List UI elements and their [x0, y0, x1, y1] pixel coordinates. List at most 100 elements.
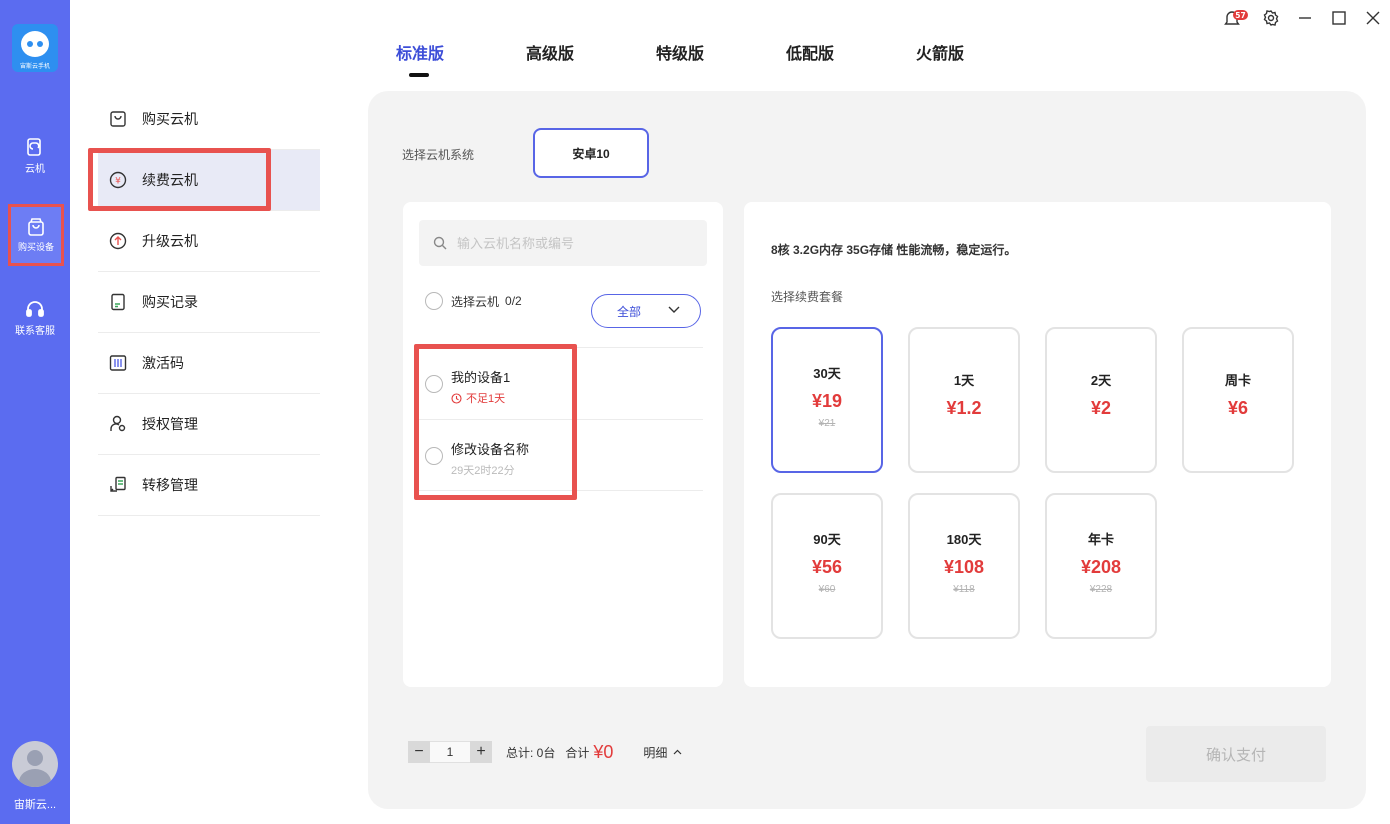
notification-button[interactable]: 57: [1220, 0, 1254, 36]
maximize-button[interactable]: [1322, 0, 1356, 36]
bag-icon: [108, 109, 128, 129]
package-name: 周卡: [1224, 373, 1251, 388]
menu-label: 转移管理: [142, 477, 198, 493]
search-box[interactable]: [419, 220, 707, 266]
left-rail: 宙斯云手机 云机 购买设备 联系客服 宙斯云...: [0, 0, 70, 824]
shopping-bag-icon: [28, 218, 44, 236]
package-name: 年卡: [1087, 532, 1114, 547]
tab-premium[interactable]: 特级版: [656, 40, 786, 64]
rail-item-support[interactable]: 联系客服: [0, 298, 70, 337]
tab-advanced[interactable]: 高级版: [526, 40, 656, 64]
transfer-icon: [108, 475, 128, 495]
package-1-day[interactable]: 1天 ¥1.2: [908, 327, 1020, 473]
package-name: 90天: [813, 532, 841, 547]
barcode-icon: [108, 353, 128, 373]
logo-text: 宙斯云手机: [19, 64, 50, 70]
package-30-days[interactable]: 30天 ¥19 ¥21: [771, 327, 883, 473]
filter-value: 全部: [617, 304, 642, 319]
settings-button[interactable]: [1254, 0, 1288, 36]
menu-item-buy[interactable]: 购买云机: [98, 89, 320, 150]
device-name: 修改设备名称: [451, 442, 530, 457]
content-panel: 选择云机系统 安卓10 选择云机 0/2 全部 我的设备1 不足: [368, 91, 1366, 809]
rail-label: 购买设备: [17, 242, 54, 252]
package-2-days[interactable]: 2天 ¥2: [1045, 327, 1157, 473]
package-old-price: ¥60: [818, 584, 836, 595]
menu-item-upgrade[interactable]: 升级云机: [98, 211, 320, 272]
menu-label: 激活码: [142, 355, 184, 371]
select-all-radio[interactable]: [425, 292, 443, 310]
menu-item-purchase-history[interactable]: 购买记录: [98, 272, 320, 333]
cloud-phone-icon: [27, 138, 41, 156]
tab-rocket[interactable]: 火箭版: [916, 40, 1046, 64]
menu-label: 升级云机: [142, 233, 198, 249]
user-name: 宙斯云...: [13, 799, 57, 811]
user-key-icon: [108, 414, 128, 434]
os-label: 选择云机系统: [402, 148, 475, 162]
filter-dropdown[interactable]: 全部: [591, 294, 701, 328]
package-180-days[interactable]: 180天 ¥108 ¥118: [908, 493, 1020, 639]
avatar[interactable]: [12, 741, 58, 787]
device-name: 我的设备1: [451, 370, 511, 385]
minimize-button[interactable]: [1288, 0, 1322, 36]
device-row[interactable]: 修改设备名称 29天2时22分: [417, 419, 703, 491]
rail-item-buy-device[interactable]: 购买设备: [8, 204, 64, 266]
chevron-down-icon: [668, 306, 680, 313]
search-input[interactable]: [457, 235, 697, 251]
menu-label: 购买记录: [142, 294, 198, 310]
close-button[interactable]: [1356, 0, 1390, 36]
gear-icon: [1263, 10, 1279, 26]
increase-button[interactable]: +: [470, 741, 492, 763]
package-name: 30天: [813, 366, 841, 381]
package-name: 180天: [946, 532, 982, 547]
package-year[interactable]: 年卡 ¥208 ¥228: [1045, 493, 1157, 639]
menu-item-authorization[interactable]: 授权管理: [98, 394, 320, 455]
package-price: ¥6: [1227, 398, 1249, 418]
menu-item-renew[interactable]: ¥ 续费云机: [98, 150, 320, 211]
device-status: 不足1天: [451, 390, 505, 406]
yen-circle-icon: ¥: [108, 170, 128, 190]
quantity-stepper: − 1 +: [408, 741, 492, 763]
arrow-up-circle-icon: [108, 231, 128, 251]
quantity-value[interactable]: 1: [430, 741, 470, 763]
title-bar: 57: [1220, 0, 1390, 36]
selected-count: 0/2: [505, 294, 522, 308]
package-label: 选择续费套餐: [771, 290, 844, 304]
bell-icon: 57: [1224, 10, 1248, 25]
decrease-button[interactable]: −: [408, 741, 430, 763]
sum-label: 合计: [565, 745, 590, 760]
package-week[interactable]: 周卡 ¥6: [1182, 327, 1294, 473]
package-name: 2天: [1090, 373, 1112, 388]
order-summary: − 1 + 总计: 0台 合计 ¥0 明细: [408, 741, 682, 763]
detail-label: 明细: [643, 745, 668, 760]
menu-label: 购买云机: [142, 111, 198, 127]
tab-low-spec[interactable]: 低配版: [786, 40, 916, 64]
main-area: 57 标准版 高级版 特级版 低配版 火箭版 选择云机系统 安卓10 输入云机名…: [348, 0, 1390, 824]
package-name: 1天: [953, 373, 975, 388]
close-icon: [1366, 11, 1380, 25]
package-price: ¥208: [1080, 557, 1122, 577]
rail-label: 云机: [25, 164, 45, 175]
package-old-price: ¥21: [818, 418, 836, 429]
robot-icon: [21, 31, 49, 57]
document-icon: [108, 292, 128, 312]
package-card: 8核 3.2G内存 35G存储 性能流畅，稳定运行。 选择续费套餐 30天 ¥1…: [744, 202, 1331, 687]
tab-standard[interactable]: 标准版: [396, 40, 526, 77]
chevron-up-icon: [673, 749, 682, 755]
package-old-price: ¥118: [953, 584, 975, 595]
package-90-days[interactable]: 90天 ¥56 ¥60: [771, 493, 883, 639]
device-row[interactable]: 我的设备1 不足1天: [417, 347, 703, 419]
package-price: ¥56: [811, 557, 843, 577]
minimize-icon: [1299, 17, 1311, 19]
device-status-text: 29天2时22分: [451, 465, 515, 477]
confirm-pay-button[interactable]: 确认支付: [1146, 726, 1326, 782]
app-logo[interactable]: 宙斯云手机: [12, 24, 58, 72]
device-radio[interactable]: [425, 375, 443, 393]
rail-item-cloud-phone[interactable]: 云机: [0, 136, 70, 175]
device-status-text: 不足1天: [466, 393, 506, 405]
menu-item-activation-code[interactable]: 激活码: [98, 333, 320, 394]
menu-item-transfer[interactable]: 转移管理: [98, 455, 320, 516]
detail-toggle[interactable]: 明细: [643, 744, 682, 761]
sum-value: ¥0: [593, 741, 614, 762]
device-radio[interactable]: [425, 447, 443, 465]
os-option-android10[interactable]: 安卓10: [533, 128, 649, 178]
